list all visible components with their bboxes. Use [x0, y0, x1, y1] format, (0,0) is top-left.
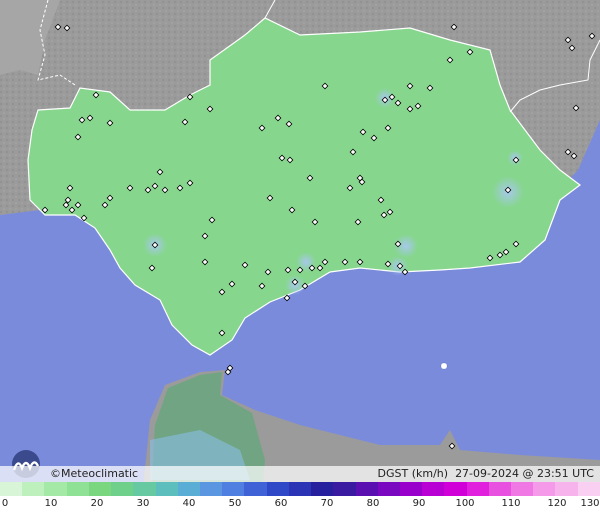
brand-label: ©Meteoclimatic: [50, 466, 138, 482]
color-scale-step: [488, 482, 512, 496]
color-scale-ticks: 0 10 20 30 40 50 60 70 80 90 100 110 120 130: [0, 498, 600, 512]
color-scale-step: [555, 482, 578, 496]
color-scale-step: [222, 482, 245, 496]
color-scale-tick-label: 0: [1, 498, 9, 509]
color-scale-step: [355, 482, 378, 496]
color-scale-step: [244, 482, 267, 496]
variable-label: DGST (km/h): [377, 467, 449, 480]
color-scale-step: [288, 482, 312, 496]
color-scale-step: [511, 482, 534, 496]
color-scale: 0 10 20 30 40 50 60 70 80 90 100 110 120 130: [0, 482, 600, 517]
color-scale-tick-label: 110: [501, 498, 521, 509]
color-scale-step: [111, 482, 134, 496]
color-scale-step: [377, 482, 400, 496]
color-scale-tick-label: 40: [182, 498, 196, 509]
color-scale-step: [333, 482, 356, 496]
island-marker: [441, 363, 447, 369]
map-canvas: [0, 0, 600, 517]
color-scale-step: [133, 482, 156, 496]
color-scale-tick-label: 100: [455, 498, 475, 509]
color-scale-step: [88, 482, 112, 496]
color-scale-step: [533, 482, 556, 496]
color-scale-step: [44, 482, 67, 496]
color-scale-tick-label: 80: [366, 498, 380, 509]
color-scale-step: [199, 482, 223, 496]
color-scale-tick-label: 60: [274, 498, 288, 509]
color-scale-step: [422, 482, 445, 496]
brand-name: Meteoclimatic: [61, 467, 139, 480]
color-scale-tick-label: 10: [44, 498, 58, 509]
color-scale-step: [155, 482, 178, 496]
color-scale-step: [177, 482, 200, 496]
info-bar: ©Meteoclimatic DGST (km/h) 27-09-2024 @ …: [0, 466, 600, 482]
map-caption: DGST (km/h) 27-09-2024 @ 23:51 UTC: [378, 466, 594, 482]
color-scale-tick-label: 70: [320, 498, 334, 509]
color-scale-step: [66, 482, 89, 496]
color-scale-tick-label: 120: [547, 498, 567, 509]
color-scale-tick-label: 20: [90, 498, 104, 509]
color-scale-bar: [0, 482, 600, 496]
color-scale-tick-label: 30: [136, 498, 150, 509]
color-scale-tick-label: 130: [580, 498, 600, 509]
color-scale-step: [22, 482, 45, 496]
color-scale-step: [399, 482, 423, 496]
color-scale-step: [444, 482, 467, 496]
color-scale-step: [577, 482, 600, 496]
color-scale-step: [266, 482, 289, 496]
color-scale-step: [0, 482, 23, 496]
color-scale-step: [311, 482, 334, 496]
color-scale-step: [466, 482, 489, 496]
copyright-symbol: ©: [50, 467, 61, 480]
color-scale-tick-label: 90: [412, 498, 426, 509]
datetime-label: 27-09-2024 @ 23:51 UTC: [455, 467, 594, 480]
color-scale-tick-label: 50: [228, 498, 242, 509]
